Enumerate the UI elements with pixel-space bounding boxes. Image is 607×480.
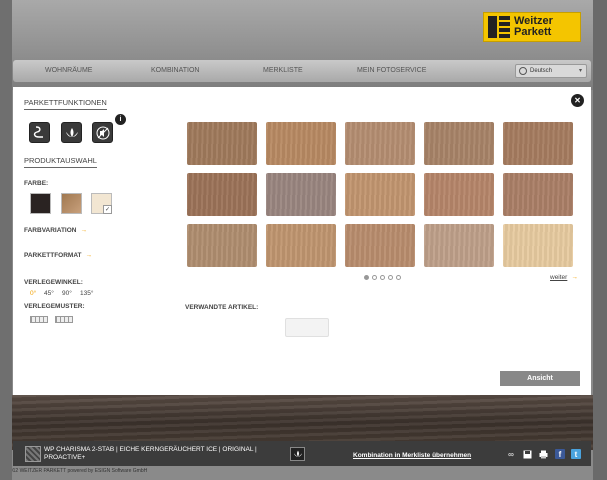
twitter-icon[interactable]: t [571, 449, 581, 459]
pagination-dots [364, 275, 401, 280]
product-description: WP CHARISMA 2-STAB | EICHE KERNGERÄUCHER… [44, 446, 257, 461]
main-nav: WOHNRÄUME KOMBINATION MERKLISTE MEIN FOT… [13, 60, 591, 82]
lotus-button[interactable] [290, 447, 305, 461]
view-button[interactable]: Ansicht [500, 371, 580, 386]
parquet-format-link[interactable]: PARKETTFORMAT → [24, 252, 92, 259]
nav-item-fotoservice[interactable]: MEIN FOTOSERVICE [357, 67, 426, 74]
next-link[interactable]: weiter → [550, 274, 578, 281]
wood-tile[interactable] [187, 224, 257, 267]
function-button-1[interactable] [29, 122, 50, 143]
pattern-option-2[interactable] [55, 316, 73, 323]
wood-tile[interactable] [187, 173, 257, 216]
logo-line2: Parkett [514, 26, 552, 38]
pagination-dot[interactable] [380, 275, 385, 280]
lotus-icon [65, 127, 78, 137]
related-article-placeholder [285, 318, 329, 337]
chevron-down-icon: ▾ [578, 68, 582, 74]
lotus-icon [293, 450, 302, 457]
wood-tile[interactable] [345, 173, 415, 216]
color-label: FARBE: [24, 180, 49, 187]
staircase-icon [33, 126, 43, 138]
arrow-right-icon: → [80, 227, 87, 234]
nav-item-wohnraeume[interactable]: WOHNRÄUME [45, 67, 92, 74]
close-button[interactable]: ✕ [571, 94, 584, 107]
weitzer-logo[interactable]: Weitzer Parkett [483, 12, 581, 42]
arrow-right-icon: → [571, 274, 578, 281]
wood-tile[interactable] [424, 224, 494, 267]
copyright-text: © 2012 WEITZER PARKETT powered by ESIGN … [2, 468, 148, 474]
wood-tile[interactable] [424, 173, 494, 216]
angle-option-45[interactable]: 45° [44, 290, 54, 297]
color-swatch-medium[interactable] [61, 193, 82, 214]
language-label: Deutsch [530, 68, 553, 74]
product-title: PRODUKTAUSWAHL [24, 156, 97, 168]
function-button-3[interactable] [92, 122, 113, 143]
facebook-icon[interactable]: f [555, 449, 565, 459]
pattern-label: VERLEGEMUSTER: [24, 303, 85, 310]
logo-mark-icon [488, 16, 510, 38]
wood-tile[interactable] [503, 224, 573, 267]
angle-label: VERLEGEWINKEL: [24, 279, 83, 286]
related-articles-label: VERWANDTE ARTIKEL: [185, 304, 259, 311]
color-swatch-dark[interactable] [30, 193, 51, 214]
pattern-option-1[interactable] [30, 316, 48, 323]
add-to-merkliste-link[interactable]: Kombination in Merkliste übernehmen [353, 452, 471, 459]
language-select[interactable]: Deutsch ▾ [515, 64, 587, 78]
wood-tile[interactable] [266, 224, 336, 267]
wood-tile[interactable] [187, 122, 257, 165]
nav-item-merkliste[interactable]: MERKLISTE [263, 67, 303, 74]
product-thumbnail [25, 446, 41, 462]
pagination-dot[interactable] [364, 275, 369, 280]
wood-tile[interactable] [266, 122, 336, 165]
parquet-format-label: PARKETTFORMAT [24, 252, 82, 259]
angle-option-135[interactable]: 135° [80, 290, 93, 297]
print-icon[interactable] [538, 449, 548, 459]
pagination-dot[interactable] [396, 275, 401, 280]
angle-option-0[interactable]: 0° [30, 290, 36, 297]
wood-tile[interactable] [424, 122, 494, 165]
link-icon[interactable]: ∞ [506, 449, 516, 459]
color-variation-label: FARBVARIATION [24, 227, 77, 234]
color-swatch-light[interactable]: ✓ [91, 193, 112, 214]
check-icon: ✓ [103, 205, 112, 214]
nav-item-kombination[interactable]: KOMBINATION [151, 67, 199, 74]
globe-icon [519, 67, 527, 75]
info-icon[interactable]: i [115, 114, 126, 125]
pagination-dot[interactable] [388, 275, 393, 280]
wood-tile[interactable] [503, 173, 573, 216]
functions-title: PARKETTFUNKTIONEN [24, 98, 107, 110]
wood-tile[interactable] [266, 173, 336, 216]
angle-option-90[interactable]: 90° [62, 290, 72, 297]
sound-off-icon [96, 126, 109, 139]
wood-tile[interactable] [345, 224, 415, 267]
arrow-right-icon: → [85, 252, 93, 259]
save-icon[interactable] [522, 449, 532, 459]
wood-tile[interactable] [345, 122, 415, 165]
color-variation-link[interactable]: FARBVARIATION → [24, 227, 87, 234]
wood-tile[interactable] [503, 122, 573, 165]
pagination-dot[interactable] [372, 275, 377, 280]
logo-text: Weitzer Parkett [514, 16, 553, 38]
next-link-label: weiter [550, 274, 568, 281]
function-button-2[interactable] [61, 122, 82, 143]
